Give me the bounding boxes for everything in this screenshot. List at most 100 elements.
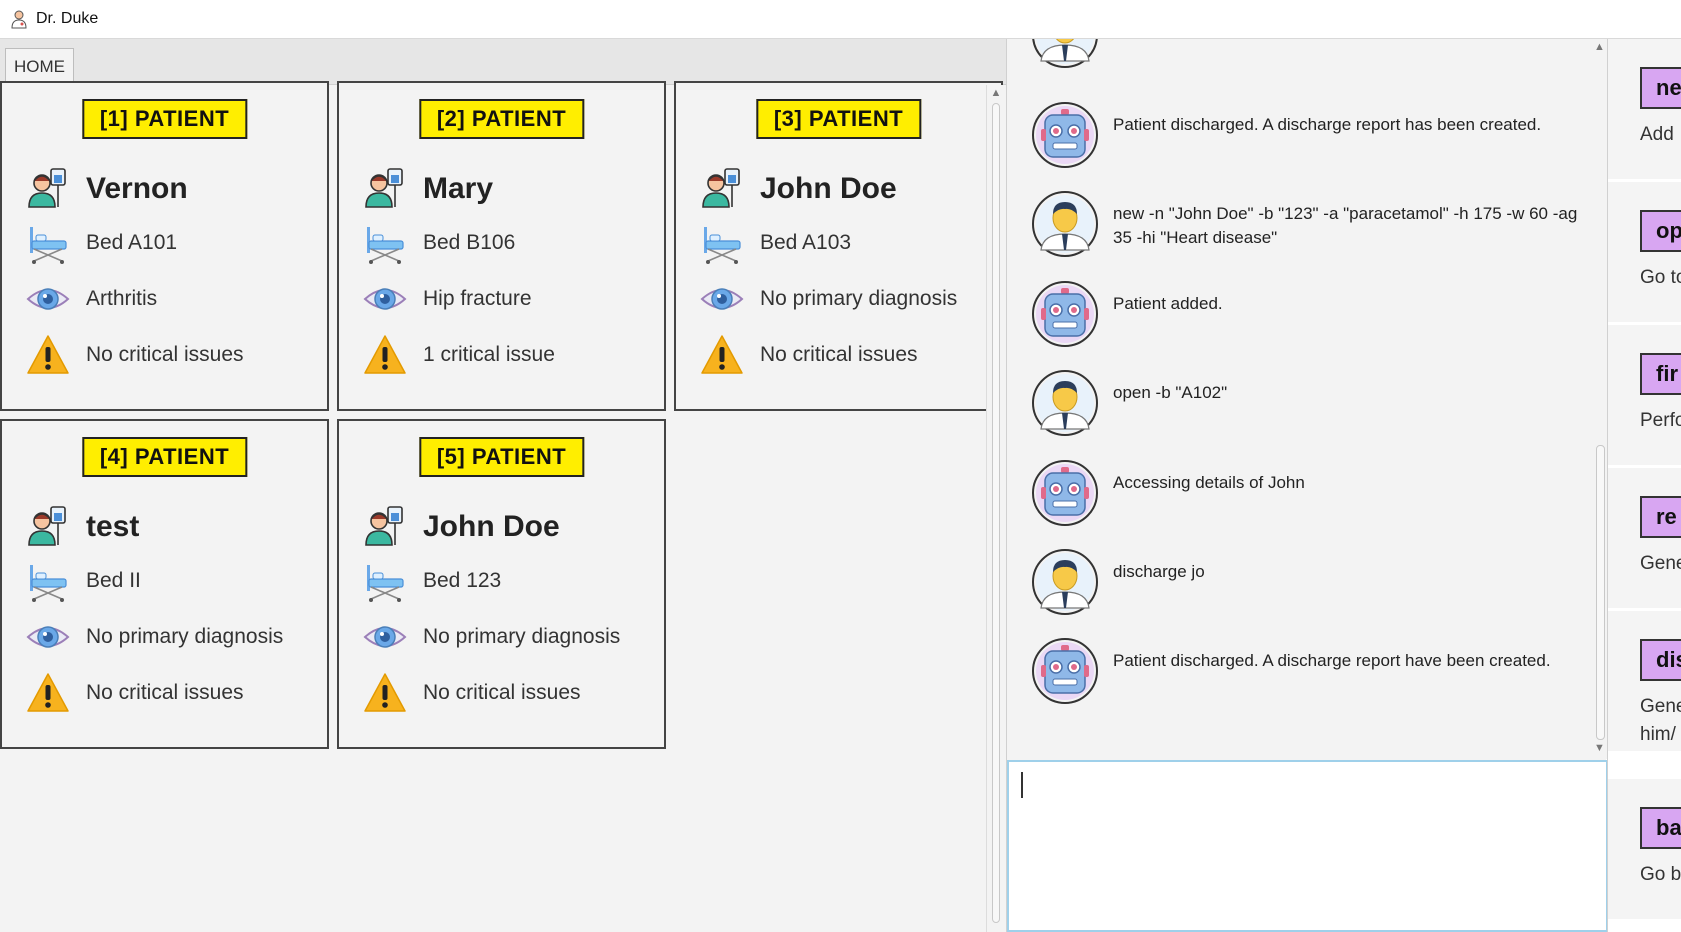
chat-message-text: new -n "John Doe" -b "123" -a "paracetam… — [1113, 204, 1578, 247]
window-title: Dr. Duke — [36, 10, 99, 27]
bed-row: Bed A101 — [26, 221, 177, 265]
critical-label: No critical issues — [423, 681, 581, 704]
scrollbar-thumb[interactable] — [1596, 445, 1605, 740]
patient-badge: [1] PATIENT — [81, 99, 248, 139]
patient-name: John Doe — [760, 172, 897, 205]
warning-icon — [363, 671, 407, 715]
diagnosis-row: Arthritis — [26, 277, 157, 321]
diagnosis-label: Hip fracture — [423, 287, 532, 310]
diagnosis-label: No primary diagnosis — [423, 625, 621, 648]
help-description: Perfo — [1640, 410, 1681, 431]
diagnosis-row: Hip fracture — [363, 277, 532, 321]
patient-name-row: John Doe — [363, 505, 560, 549]
scroll-down-arrow-icon[interactable]: ▼ — [1594, 742, 1605, 754]
patient-icon — [700, 167, 744, 211]
help-command-label: ba — [1640, 807, 1681, 849]
bed-icon — [363, 221, 407, 265]
help-description: Gene him/ — [1640, 696, 1681, 745]
critical-row: No critical issues — [700, 333, 918, 377]
bed-icon — [700, 221, 744, 265]
patient-icon — [26, 505, 70, 549]
bed-label: Bed B106 — [423, 231, 516, 254]
chat-message-bot: Accessing details of John — [1031, 459, 1583, 527]
title-bar: Dr. Duke — [0, 0, 1681, 39]
patient-icon — [363, 167, 407, 211]
patient-name: Vernon — [86, 172, 188, 205]
critical-row: No critical issues — [363, 671, 581, 715]
chat-message-user: new -n "John Doe" -b "123" -a "paracetam… — [1031, 190, 1583, 258]
patient-badge: [4] PATIENT — [81, 437, 248, 477]
patient-icon — [363, 505, 407, 549]
patient-card[interactable]: [1] PATIENT Vernon Bed A101 Arthritis No… — [0, 81, 329, 411]
scroll-up-arrow-icon[interactable]: ▲ — [990, 87, 1002, 99]
diagnosis-label: No primary diagnosis — [760, 287, 958, 310]
scroll-up-arrow-icon[interactable]: ▲ — [1594, 41, 1605, 53]
robot-avatar-icon — [1031, 637, 1099, 705]
critical-label: 1 critical issue — [423, 343, 555, 366]
diagnosis-row: No primary diagnosis — [700, 277, 957, 321]
help-command-label: re — [1640, 496, 1681, 538]
eye-icon — [26, 615, 70, 659]
warning-icon — [26, 333, 70, 377]
scrollbar-thumb[interactable] — [992, 103, 1000, 923]
help-command-label: dis — [1640, 639, 1681, 681]
patient-name: Mary — [423, 172, 494, 205]
robot-avatar-icon — [1031, 101, 1099, 169]
diagnosis-label: Arthritis — [86, 287, 158, 310]
bed-row: Bed 123 — [363, 559, 501, 603]
patient-card[interactable]: [2] PATIENT Mary Bed B106 Hip fracture 1… — [337, 81, 666, 411]
patient-name-row: Vernon — [26, 167, 188, 211]
bed-label: Bed A101 — [86, 231, 178, 254]
patient-card[interactable]: [5] PATIENT John Doe Bed 123 No primary … — [337, 419, 666, 749]
patient-board-scrollbar[interactable]: ▲ — [986, 85, 1004, 932]
patient-card[interactable]: [3] PATIENT John Doe Bed A103 No primary… — [674, 81, 1003, 411]
chat-message-text: discharge jo — [1113, 562, 1205, 581]
help-panel: ne Add op Go to fir Perfo re Gene dis Ge… — [1607, 39, 1681, 932]
chat-message-text: Patient discharged. A discharge report h… — [1113, 651, 1551, 670]
bed-label: Bed II — [86, 569, 141, 592]
diagnosis-label: No primary diagnosis — [86, 625, 284, 648]
patient-name: test — [86, 510, 140, 543]
patient-board: HOME [1] PATIENT Vernon Bed A101 Arthrit… — [0, 39, 1006, 932]
patient-badge: [5] PATIENT — [418, 437, 585, 477]
critical-label: No critical issues — [86, 343, 244, 366]
help-item[interactable]: ne Add — [1608, 39, 1681, 179]
patient-card[interactable]: [4] PATIENT test Bed II No primary diagn… — [0, 419, 329, 749]
patient-badge: [3] PATIENT — [755, 99, 922, 139]
patient-name-row: Mary — [363, 167, 493, 211]
eye-icon — [363, 615, 407, 659]
doctor-avatar-icon — [1031, 190, 1099, 258]
help-item[interactable]: fir Perfo — [1608, 325, 1681, 465]
help-description: Gene — [1640, 553, 1681, 574]
critical-row: No critical issues — [26, 671, 244, 715]
doctor-avatar-icon — [1031, 548, 1099, 616]
bed-icon — [26, 559, 70, 603]
critical-row: 1 critical issue — [363, 333, 555, 377]
command-input[interactable] — [1007, 760, 1608, 932]
text-caret — [1021, 772, 1023, 798]
eye-icon — [26, 277, 70, 321]
help-command-label: op — [1640, 210, 1681, 252]
bed-label: Bed A103 — [760, 231, 852, 254]
tab-bar: HOME — [0, 39, 1006, 85]
help-item[interactable]: re Gene — [1608, 468, 1681, 608]
eye-icon — [700, 277, 744, 321]
critical-label: No critical issues — [86, 681, 244, 704]
doctor-avatar-icon — [1031, 369, 1099, 437]
help-item[interactable]: ba Go b — [1608, 779, 1681, 919]
help-item[interactable]: op Go to — [1608, 182, 1681, 322]
doctor-icon — [11, 10, 27, 29]
warning-icon — [700, 333, 744, 377]
warning-icon — [363, 333, 407, 377]
tab-home[interactable]: HOME — [5, 48, 74, 84]
chat-message-user: open -b "A102" — [1031, 369, 1583, 437]
chat-message-text: open -b "A102" — [1113, 383, 1228, 402]
critical-row: No critical issues — [26, 333, 244, 377]
chat-history: Patient discharged. A discharge report h… — [1007, 39, 1589, 759]
chat-message-text: Patient discharged. A discharge report h… — [1113, 115, 1542, 134]
chat-panel: Patient discharged. A discharge report h… — [1006, 39, 1609, 932]
help-item[interactable]: dis Gene him/ — [1608, 611, 1681, 751]
bed-row: Bed II — [26, 559, 141, 603]
critical-label: No critical issues — [760, 343, 918, 366]
robot-avatar-icon — [1031, 280, 1099, 348]
